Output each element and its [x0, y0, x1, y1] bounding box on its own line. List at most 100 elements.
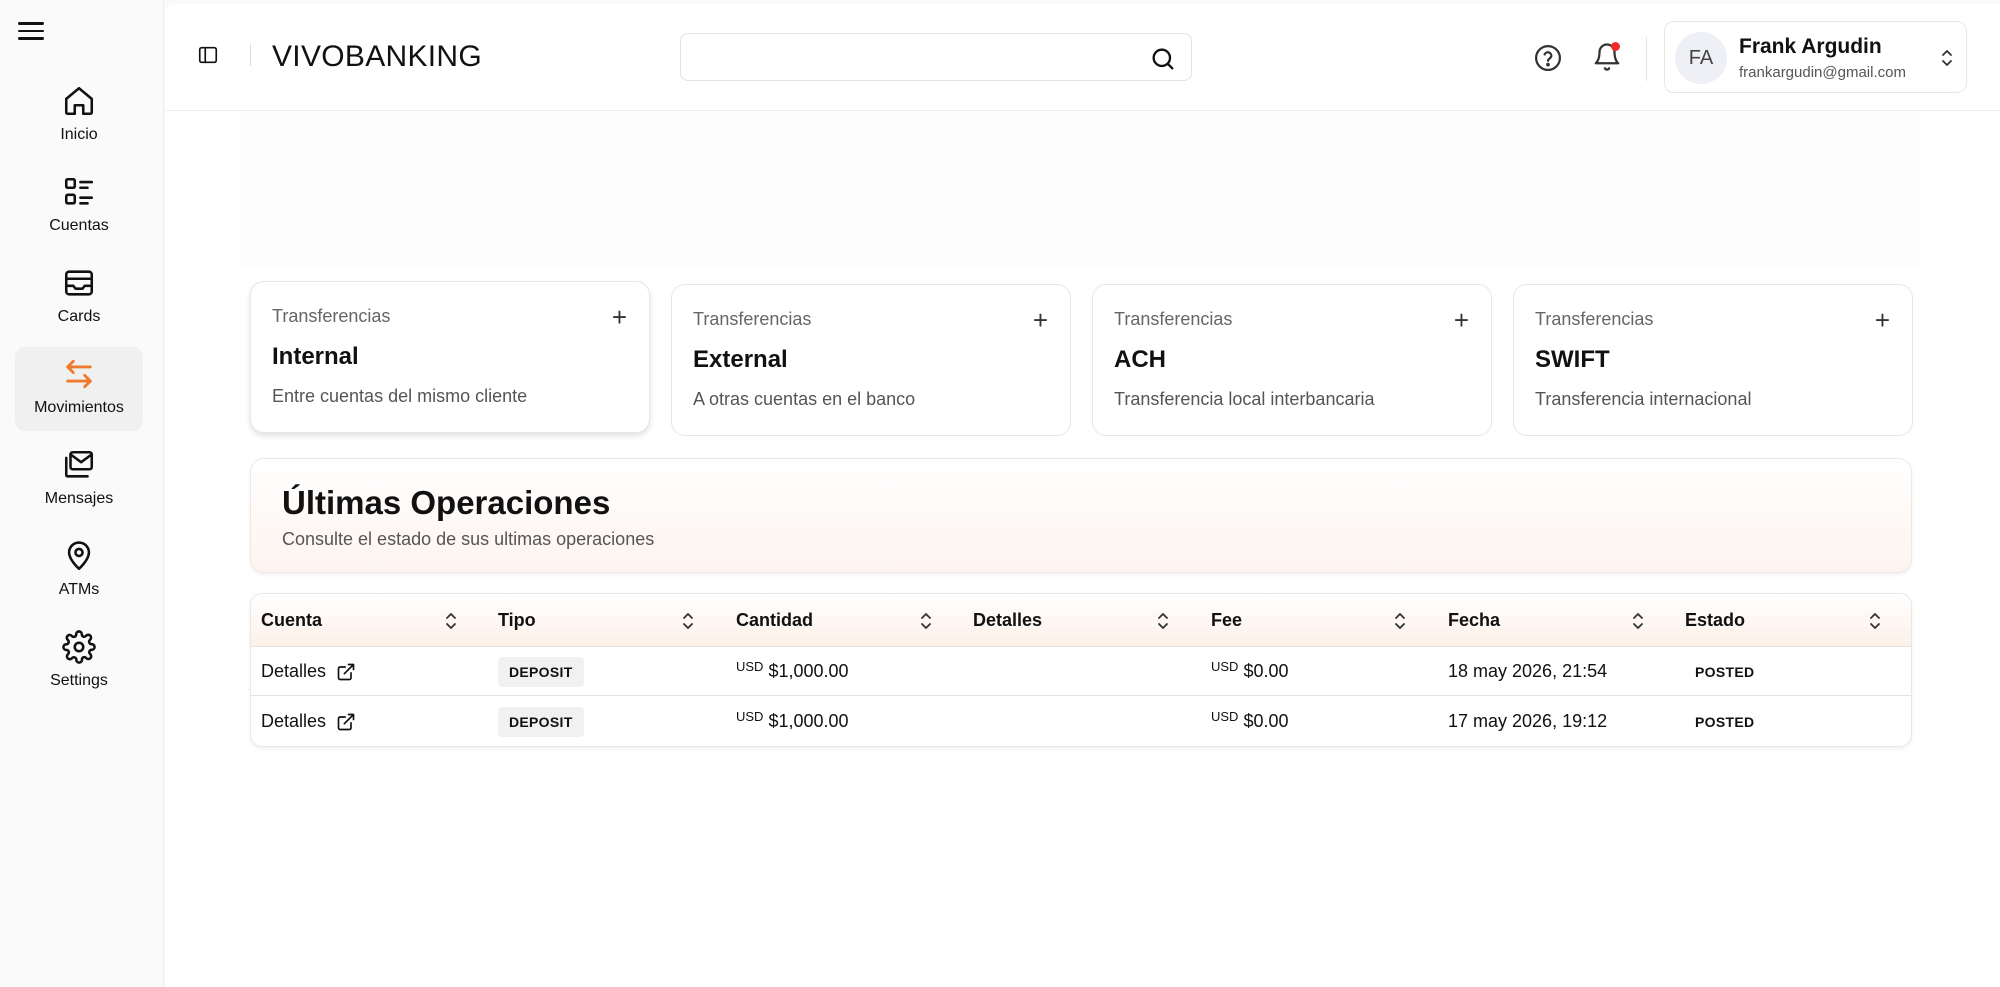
fee-cell: USD $0.00: [1211, 647, 1289, 696]
divider: [1646, 37, 1647, 81]
sort-icon[interactable]: [1629, 611, 1647, 631]
sort-icon[interactable]: [442, 611, 460, 631]
sidebar-item-cuentas[interactable]: Cuentas: [15, 165, 143, 249]
date-cell: 17 may 2026, 19:12: [1448, 711, 1608, 731]
avatar: FA: [1675, 32, 1727, 84]
card-description: Transferencia local interbancaria: [1114, 389, 1375, 409]
type-cell: DEPOSIT: [498, 647, 584, 696]
notification-dot: [1611, 42, 1620, 51]
sidebar-item-cards[interactable]: Cards: [15, 256, 143, 340]
type-badge: DEPOSIT: [498, 656, 584, 687]
card-category: Transferencias: [1535, 309, 1654, 329]
chevron-up-down-icon: [1942, 50, 1952, 66]
sidebar-item-label: ATMs: [58, 581, 100, 598]
sidebar-item-label: Movimientos: [34, 399, 124, 416]
column-header-cantidad[interactable]: Cantidad: [736, 594, 813, 647]
column-header-detalles[interactable]: Detalles: [973, 594, 1042, 647]
date-cell: 18 may 2026, 21:54: [1448, 661, 1608, 681]
card-title: External: [693, 346, 788, 373]
fee-value: $0.00: [1243, 661, 1289, 681]
notifications-button[interactable]: [1592, 42, 1622, 72]
sidebar-item-label: Settings: [50, 672, 108, 689]
status-cell: POSTED: [1685, 647, 1754, 696]
card-category: Transferencias: [1114, 309, 1233, 329]
sort-icon[interactable]: [917, 611, 935, 631]
plus-icon[interactable]: +: [1033, 305, 1048, 336]
transfer-arrows-icon: [66, 359, 92, 389]
search-icon[interactable]: [1149, 45, 1177, 73]
sort-icon[interactable]: [1866, 611, 1884, 631]
amount-cell: USD $1,000.00: [736, 647, 849, 696]
card-title: Internal: [272, 343, 359, 370]
user-name: Frank Argudin: [1739, 35, 1882, 58]
top-bar: VIVOBANKING FA Frank Argudin frankargudi…: [165, 4, 2000, 111]
status-cell: POSTED: [1685, 697, 1754, 746]
sidebar-item-label: Cuentas: [49, 217, 109, 234]
help-icon[interactable]: [1533, 43, 1563, 73]
account-details-link[interactable]: Detalles: [261, 647, 356, 696]
plus-icon[interactable]: +: [1875, 305, 1890, 336]
sidebar-item-inicio[interactable]: Inicio: [15, 74, 143, 158]
card-title: SWIFT: [1535, 346, 1610, 373]
main-content: VIVOBANKING FA Frank Argudin frankargudi…: [165, 4, 2000, 987]
transfer-card-swift[interactable]: Transferencias + SWIFT Transferencia int…: [1513, 284, 1913, 436]
external-link-icon: [337, 663, 355, 680]
search-box[interactable]: [680, 33, 1192, 81]
section-subtitle: Consulte el estado de sus ultimas operac…: [282, 529, 655, 549]
sort-icon[interactable]: [1391, 611, 1409, 631]
amount-value: $1,000.00: [768, 661, 849, 681]
column-header-cuenta[interactable]: Cuenta: [261, 594, 322, 647]
column-header-fecha[interactable]: Fecha: [1448, 594, 1500, 647]
banner-area: [241, 112, 1921, 268]
user-email: frankargudin@gmail.com: [1739, 64, 1906, 81]
gear-icon: [62, 630, 96, 664]
menu-icon[interactable]: [18, 18, 44, 44]
plus-icon[interactable]: +: [612, 302, 627, 333]
type-cell: DEPOSIT: [498, 697, 584, 746]
sidebar-item-atms[interactable]: ATMs: [15, 529, 143, 613]
sort-icon[interactable]: [1154, 611, 1172, 631]
sidebar-item-label: Inicio: [60, 126, 98, 143]
sidebar: Inicio Cuentas Cards Movimientos Mensaje…: [0, 0, 164, 987]
status-badge: POSTED: [1695, 713, 1755, 730]
search-input[interactable]: [695, 34, 1135, 78]
card-description: Entre cuentas del mismo cliente: [272, 386, 528, 406]
sidebar-item-label: Mensajes: [44, 490, 114, 507]
transfer-card-ach[interactable]: Transferencias + ACH Transferencia local…: [1092, 284, 1492, 436]
column-header-fee[interactable]: Fee: [1211, 594, 1242, 647]
list-icon: [64, 177, 94, 205]
home-icon: [64, 86, 94, 116]
sidebar-item-label: Cards: [57, 308, 101, 325]
currency-label: USD: [736, 659, 764, 674]
fee-cell: USD $0.00: [1211, 697, 1289, 746]
user-menu[interactable]: FA Frank Argudin frankargudin@gmail.com: [1664, 21, 1967, 93]
card-category: Transferencias: [693, 309, 812, 329]
link-label: Detalles: [261, 661, 327, 681]
account-details-link[interactable]: Detalles: [261, 697, 356, 746]
currency-label: USD: [1211, 659, 1239, 674]
messages-icon: [64, 450, 94, 478]
sidebar-item-movimientos[interactable]: Movimientos: [15, 347, 143, 431]
sidebar-item-settings[interactable]: Settings: [15, 620, 143, 704]
plus-icon[interactable]: +: [1454, 305, 1469, 336]
card-category: Transferencias: [272, 306, 391, 326]
sort-icon[interactable]: [679, 611, 697, 631]
card-title: ACH: [1114, 346, 1166, 373]
card-description: Transferencia internacional: [1535, 389, 1752, 409]
table-row: Detalles DEPOSIT USD $1,000.00 USD $0.00…: [251, 697, 1911, 746]
transfer-card-external[interactable]: Transferencias + External A otras cuenta…: [671, 284, 1071, 436]
column-header-estado[interactable]: Estado: [1685, 594, 1745, 647]
external-link-icon: [337, 713, 355, 730]
brand-title: VIVOBANKING: [272, 40, 483, 73]
divider: [250, 44, 251, 66]
transfer-card-internal[interactable]: Transferencias + Internal Entre cuentas …: [250, 281, 650, 433]
status-badge: POSTED: [1695, 663, 1755, 680]
card-icon: [64, 270, 94, 296]
operations-table: Cuenta Tipo Cantidad Detalles Fee Fecha …: [250, 593, 1912, 747]
sidebar-item-mensajes[interactable]: Mensajes: [15, 438, 143, 522]
map-pin-icon: [67, 541, 91, 571]
sidebar-toggle-icon[interactable]: [197, 44, 219, 66]
link-label: Detalles: [261, 711, 327, 731]
amount-cell: USD $1,000.00: [736, 697, 849, 746]
column-header-tipo[interactable]: Tipo: [498, 594, 536, 647]
